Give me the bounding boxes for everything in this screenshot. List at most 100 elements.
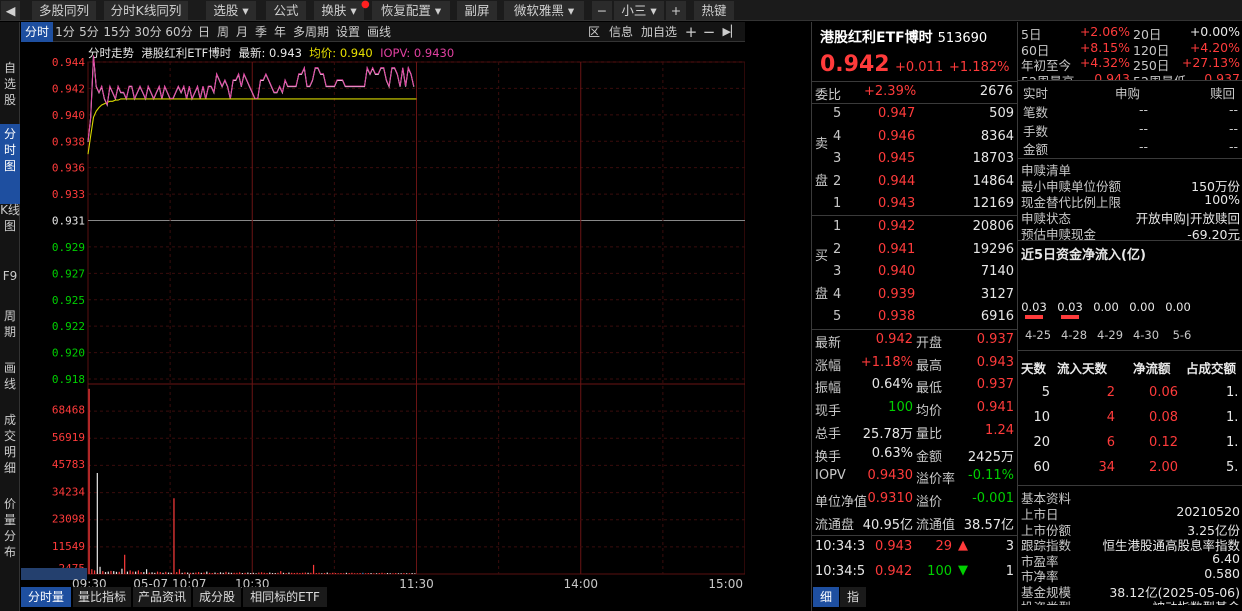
tab-draw[interactable]: 画线 <box>364 22 394 42</box>
volume-bar <box>198 572 199 574</box>
volume-bar <box>302 573 303 574</box>
intraday-chart[interactable]: 0.9440.9420.9400.9380.9360.9330.9310.929… <box>0 42 745 608</box>
stat-value: 25.78万 <box>850 423 913 442</box>
flow-date: 4-29 <box>1097 328 1123 342</box>
volume-axis-labels: 6846856919457833423423098115492475 <box>21 403 87 580</box>
volume-bar <box>165 572 166 574</box>
volume-bar <box>365 573 366 574</box>
tab-5min[interactable]: 5分 <box>77 22 101 42</box>
font-size-increase-button[interactable]: + <box>666 1 686 20</box>
volume-bar <box>261 572 262 574</box>
tab-info[interactable]: 信息 <box>606 22 636 42</box>
volume-bar <box>113 571 114 574</box>
volume-bar <box>390 573 391 574</box>
volume-bar <box>225 572 226 574</box>
skin-button[interactable]: 换肤 ▾ <box>314 1 364 20</box>
tab-range[interactable]: 区 <box>584 22 604 42</box>
ask-volume: 509 <box>960 106 1014 121</box>
flow-date: 5-6 <box>1173 328 1192 342</box>
volume-bar <box>299 573 300 574</box>
flow-table-days: 5 <box>1026 385 1050 400</box>
sub-row-value: -- <box>1120 139 1148 154</box>
price-tick-label: 0.936 <box>52 162 85 175</box>
zoom-in-icon[interactable]: + <box>683 22 699 42</box>
tab-15min[interactable]: 15分 <box>102 22 132 42</box>
stat-value: 0.64% <box>850 377 913 392</box>
bid-price: 0.938 <box>878 309 915 324</box>
multi-stock-button[interactable]: 多股同列 <box>32 1 96 20</box>
volume-tick-label: 45783 <box>52 458 85 471</box>
flow-table-header: 流入天数 <box>1057 358 1107 377</box>
tick-time: 10:34:3 <box>815 539 869 554</box>
volume-bar <box>195 573 196 574</box>
perf-value: +0.00% <box>1170 24 1240 39</box>
zoom-out-icon[interactable]: − <box>701 22 717 42</box>
tab-settings[interactable]: 设置 <box>333 22 363 42</box>
ask-volume: 14864 <box>960 174 1014 189</box>
stat-label: 现手 <box>815 400 841 419</box>
tab-1min[interactable]: 1分 <box>54 22 76 42</box>
secondary-screen-button[interactable]: 副屏 <box>457 1 497 20</box>
tab-detail[interactable]: 细 <box>813 587 839 607</box>
divider <box>1018 485 1242 486</box>
volume-bar <box>193 573 194 574</box>
flow-title: 近5日资金净流入(亿) <box>1021 244 1146 263</box>
flow-value: 0.03 <box>1021 300 1047 314</box>
stat-value: 0.9430 <box>850 468 913 483</box>
tab-volume-ratio[interactable]: 量比指标 <box>73 587 131 607</box>
volume-bar <box>168 573 169 574</box>
tab-season[interactable]: 季 <box>252 22 270 42</box>
tab-timeshare[interactable]: 分时 <box>21 22 53 42</box>
font-size-select[interactable]: 小三 ▾ <box>614 1 664 20</box>
flow-table-inflow-days: 4 <box>1085 410 1115 425</box>
tab-time-volume[interactable]: 分时量 <box>21 587 71 607</box>
volume-bar <box>275 573 276 574</box>
formula-button[interactable]: 公式 <box>266 1 306 20</box>
stat-label: 最新 <box>815 332 841 351</box>
back-icon[interactable]: ◀ <box>1 1 20 20</box>
volume-bar <box>412 573 413 574</box>
volume-bar <box>184 572 185 574</box>
flow-value: 0.00 <box>1165 300 1191 314</box>
price-axis-labels: 0.9440.9420.9400.9380.9360.9330.9310.929… <box>52 56 85 386</box>
tab-week[interactable]: 周 <box>214 22 232 42</box>
stat-label: 流通值 <box>916 514 955 533</box>
expand-right-icon[interactable]: ▶▏ <box>720 22 742 42</box>
tab-day[interactable]: 日 <box>195 22 213 42</box>
flow-table-days: 60 <box>1026 460 1050 475</box>
split-kline-button[interactable]: 分时K线同列 <box>104 1 188 20</box>
fund-code: 513690 <box>938 31 988 46</box>
volume-bar <box>130 570 131 574</box>
volume-bar <box>201 573 202 574</box>
add-watchlist-button[interactable]: 加自选 <box>638 22 680 42</box>
stock-picker-button[interactable]: 选股 ▾ <box>206 1 256 20</box>
tab-index[interactable]: 指 <box>840 587 866 607</box>
volume-bar <box>99 567 100 574</box>
tab-same-etf[interactable]: 相同标的ETF <box>243 587 327 607</box>
bid-price: 0.941 <box>878 242 915 257</box>
tab-month[interactable]: 月 <box>233 22 251 42</box>
tab-constituents[interactable]: 成分股 <box>193 587 241 607</box>
volume-bar <box>373 573 374 574</box>
font-select[interactable]: 微软雅黑 ▾ <box>504 1 584 20</box>
hotkey-button[interactable]: 热键 <box>694 1 734 20</box>
volume-bar <box>376 573 377 574</box>
flow-value: 0.00 <box>1093 300 1119 314</box>
tab-product-info[interactable]: 产品资讯 <box>133 587 191 607</box>
tab-60min[interactable]: 60分 <box>164 22 194 42</box>
divider <box>812 535 1017 536</box>
tab-year[interactable]: 年 <box>271 22 289 42</box>
font-size-decrease-button[interactable]: − <box>592 1 612 20</box>
volume-bar <box>162 573 163 574</box>
volume-bar <box>318 573 319 574</box>
tab-30min[interactable]: 30分 <box>133 22 163 42</box>
stat-value: 0.941 <box>955 400 1014 415</box>
volume-bar <box>203 573 204 574</box>
restore-config-button[interactable]: 恢复配置 ▾ <box>372 1 450 20</box>
perf-value: 0.943 <box>1073 71 1130 81</box>
sub-row-value: -- <box>1120 102 1148 117</box>
tab-multi-period[interactable]: 多周期 <box>290 22 332 42</box>
basic-info-value: 20210520 <box>1090 504 1240 519</box>
flow-table-ratio: 1. <box>1226 435 1242 450</box>
volume-bar <box>157 572 158 574</box>
